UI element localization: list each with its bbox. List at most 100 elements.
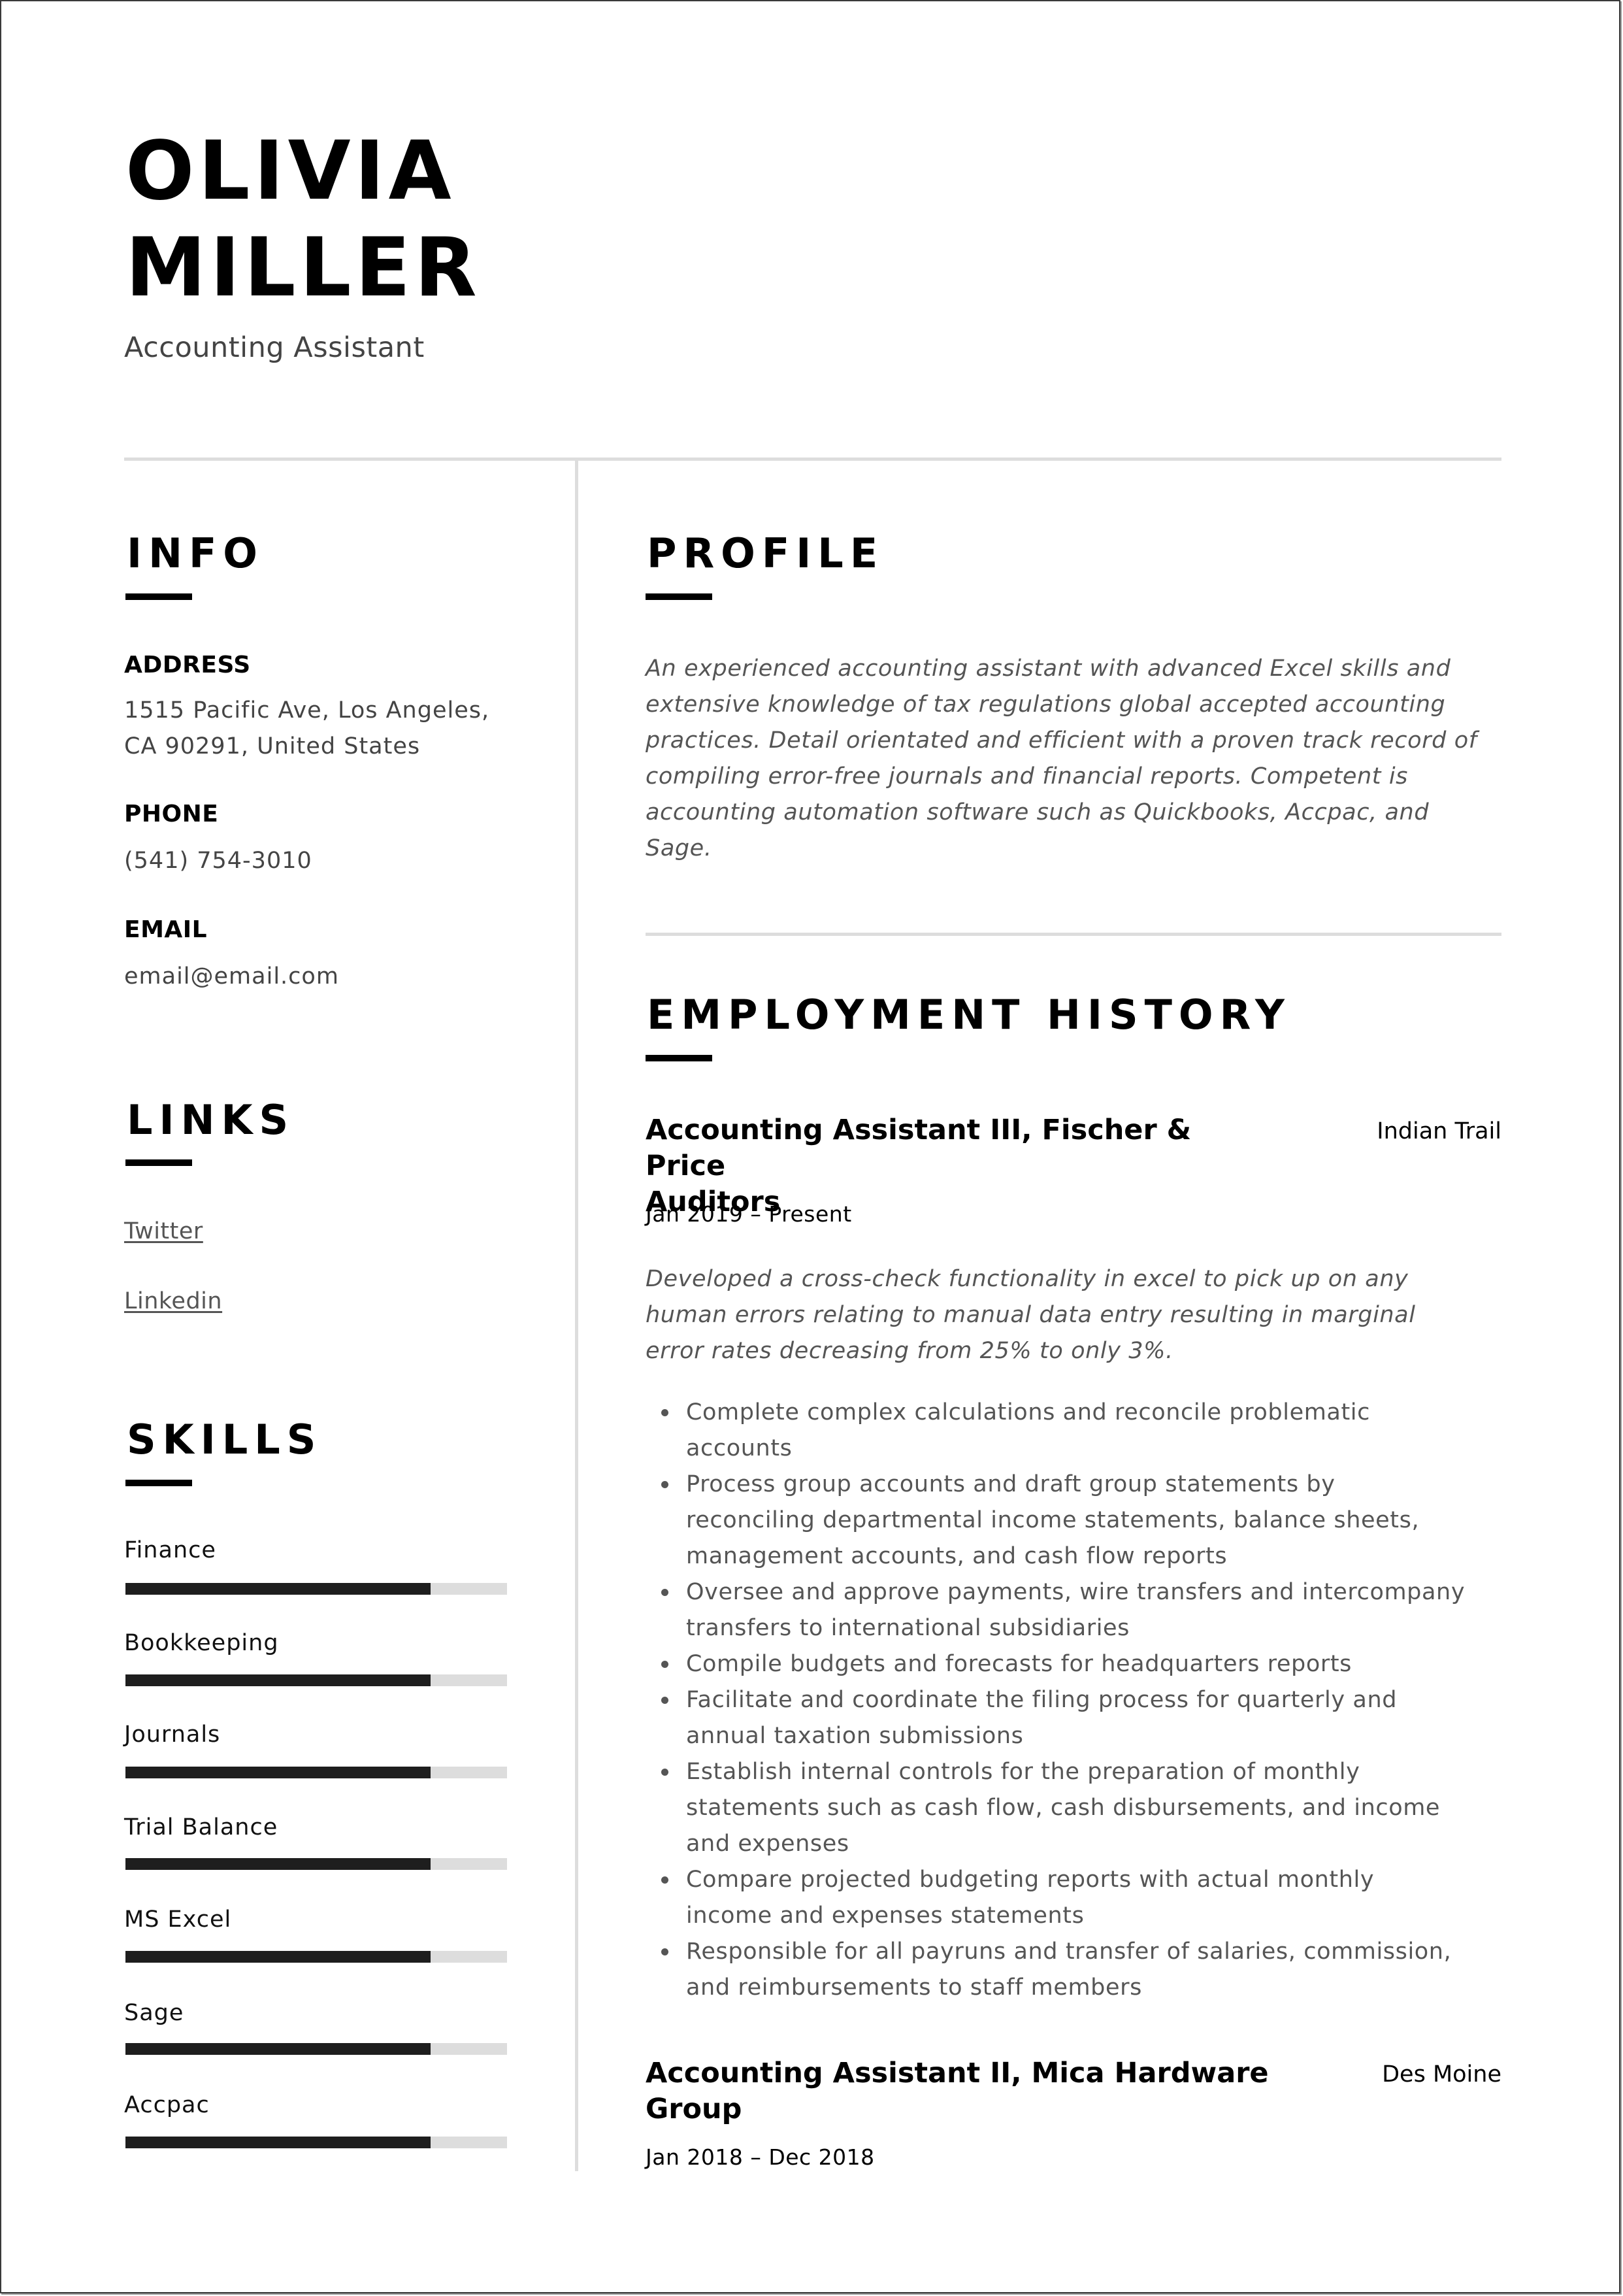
responsibility-item: Process group accounts and draft group s… (646, 1467, 1508, 1574)
responsibility-item: Facilitate and coordinate the filing pro… (646, 1682, 1508, 1754)
responsibility-line: and reimbursements to staff members (686, 1974, 1142, 2001)
links-title-underline (125, 1159, 192, 1166)
job-title-line: Group (646, 2093, 742, 2125)
phone-value: (541) 754-3010 (124, 848, 312, 874)
bullet-dot-icon (661, 1876, 668, 1884)
skill-label: Bookkeeping (124, 1630, 279, 1656)
skill-bar (125, 1674, 507, 1686)
responsibility-line: reconciling departmental income statemen… (686, 1507, 1420, 1533)
responsibility-line: Process group accounts and draft group s… (686, 1471, 1336, 1497)
skill-label: MS Excel (124, 1906, 232, 1933)
skill-bar (125, 2137, 507, 2148)
skill-label: Finance (124, 1537, 216, 1563)
last-name: MILLER (125, 221, 481, 315)
responsibility-line: management accounts, and cash flow repor… (686, 1543, 1228, 1569)
profile-line: An experienced accounting assistant with… (646, 656, 1451, 682)
responsibility-line: Complete complex calculations and reconc… (686, 1399, 1370, 1425)
skill-bar (125, 1583, 507, 1595)
responsibility-line: transfers to international subsidiaries (686, 1615, 1130, 1641)
bullet-dot-icon (661, 1948, 668, 1955)
job-location: Indian Trail (1377, 1118, 1501, 1144)
responsibility-line: and expenses (686, 1831, 849, 1857)
responsibility-item: Oversee and approve payments, wire trans… (646, 1574, 1508, 1646)
info-title-underline (125, 593, 192, 600)
job-title: Accounting Assistant II, Mica Hardware G… (646, 2055, 1273, 2127)
profile-title-underline (646, 593, 712, 600)
address-label: ADDRESS (124, 652, 251, 678)
profile-summary: An experienced accounting assistant with… (646, 651, 1508, 867)
skill-bar (125, 1767, 507, 1778)
profile-divider (646, 933, 1501, 936)
responsibility-line: Compare projected budgeting reports with… (686, 1867, 1375, 1893)
job-dates: Jan 2019 – Present (646, 1201, 852, 1227)
skill-bar-fill (125, 2043, 431, 2055)
bullet-dot-icon (661, 1481, 668, 1488)
candidate-job-title: Accounting Assistant (124, 331, 425, 364)
first-name: OLIVIA (125, 124, 455, 218)
responsibility-line: Compile budgets and forecasts for headqu… (686, 1651, 1352, 1677)
phone-label: PHONE (124, 801, 219, 827)
employment-title-underline (646, 1055, 712, 1061)
skills-title-underline (125, 1480, 192, 1486)
profile-line: extensive knowledge of tax regulations g… (646, 691, 1446, 718)
skill-bar-fill (125, 2137, 431, 2148)
responsibility-line: statements such as cash flow, cash disbu… (686, 1795, 1441, 1821)
responsibility-line: Establish internal controls for the prep… (686, 1759, 1360, 1785)
bullet-dot-icon (661, 1661, 668, 1668)
skills-section-title: SKILLS (127, 1416, 323, 1463)
skill-label: Sage (124, 2000, 184, 2026)
job-location: Des Moine (1382, 2061, 1501, 2088)
responsibility-item: Responsible for all payruns and transfer… (646, 1934, 1508, 2006)
bullet-dot-icon (661, 1769, 668, 1776)
address-line-1: 1515 Pacific Ave, Los Angeles, (124, 697, 490, 724)
info-section-title: INFO (127, 529, 265, 577)
job-summary-line: error rates decreasing from 25% to only … (646, 1338, 1173, 1364)
bullet-dot-icon (661, 1409, 668, 1416)
bullet-dot-icon (661, 1589, 668, 1596)
responsibility-item: Compare projected budgeting reports with… (646, 1862, 1508, 1934)
job-summary-line: Developed a cross-check functionality in… (646, 1266, 1409, 1292)
twitter-link[interactable]: Twitter (124, 1215, 203, 1248)
responsibility-line: Responsible for all payruns and transfer… (686, 1938, 1452, 1965)
skill-bar-fill (125, 1858, 431, 1870)
job-title-line: Accounting Assistant III, Fischer & Pric… (646, 1114, 1192, 1182)
skill-bar (125, 2043, 507, 2055)
job-title-line: Accounting Assistant II, Mica Hardware (646, 2057, 1269, 2089)
skill-bar (125, 1858, 507, 1870)
skill-bar (125, 1951, 507, 1963)
profile-line: compiling error-free journals and financ… (646, 763, 1409, 790)
profile-line: accounting automation software such as Q… (646, 799, 1430, 825)
job-responsibilities-list: Complete complex calculations and reconc… (646, 1395, 1508, 2006)
linkedin-link[interactable]: Linkedin (124, 1285, 222, 1318)
employment-section-title: EMPLOYMENT HISTORY (647, 991, 1291, 1039)
skill-bar-fill (125, 1583, 431, 1595)
job-summary: Developed a cross-check functionality in… (646, 1261, 1508, 1369)
skill-label: Trial Balance (124, 1814, 278, 1840)
skill-label: Journals (124, 1722, 221, 1748)
profile-section-title: PROFILE (647, 529, 885, 577)
responsibility-line: Oversee and approve payments, wire trans… (686, 1579, 1466, 1605)
header-divider (124, 458, 1501, 461)
skill-bar-fill (125, 1951, 431, 1963)
responsibility-line: annual taxation submissions (686, 1723, 1024, 1749)
address-line-2: CA 90291, United States (124, 733, 421, 759)
responsibility-item: Compile budgets and forecasts for headqu… (646, 1646, 1508, 1682)
links-section-title: LINKS (127, 1096, 295, 1144)
profile-line: practices. Detail orientated and efficie… (646, 727, 1477, 754)
skill-bar-fill (125, 1674, 431, 1686)
column-divider (575, 458, 578, 2171)
email-label: EMAIL (124, 916, 208, 943)
candidate-name: OLIVIA MILLER (125, 123, 481, 316)
bullet-dot-icon (661, 1697, 668, 1704)
profile-line: Sage. (646, 835, 712, 861)
skill-label: Accpac (124, 2092, 210, 2118)
resume-page: OLIVIA MILLER Accounting Assistant INFO … (0, 0, 1620, 2293)
responsibility-line: accounts (686, 1435, 793, 1461)
job-summary-line: human errors relating to manual data ent… (646, 1302, 1416, 1328)
job-dates: Jan 2018 – Dec 2018 (646, 2144, 875, 2170)
address-value: 1515 Pacific Ave, Los Angeles, CA 90291,… (124, 693, 489, 765)
responsibility-item: Complete complex calculations and reconc… (646, 1395, 1508, 1467)
skill-bar-fill (125, 1767, 431, 1778)
email-value: email@email.com (124, 963, 339, 990)
responsibility-line: income and expenses statements (686, 1903, 1085, 1929)
